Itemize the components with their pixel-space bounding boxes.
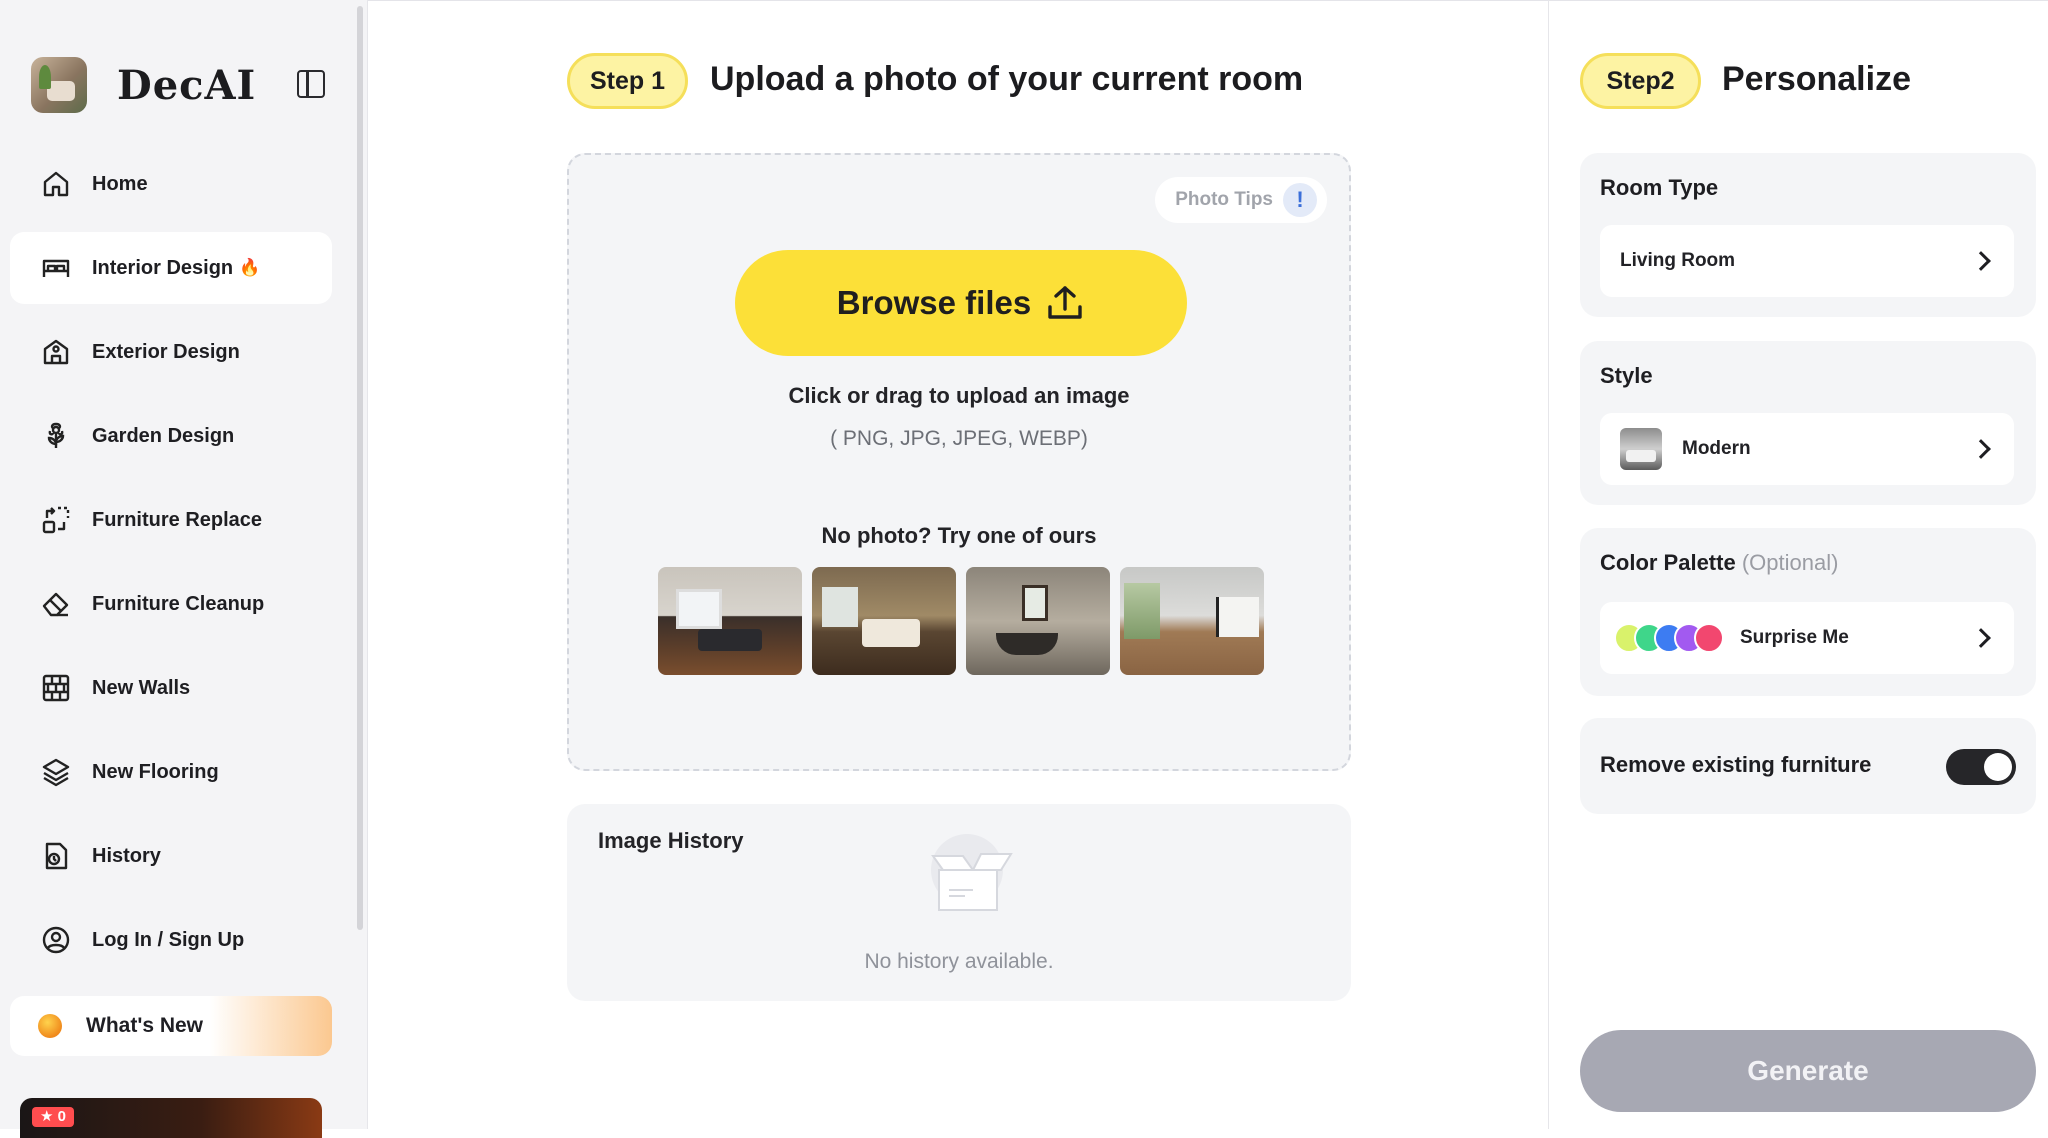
step2-title: Personalize	[1722, 60, 1911, 98]
remove-furniture-card: Remove existing furniture	[1580, 718, 2036, 814]
color-palette-card: Color Palette (Optional) Surprise Me	[1580, 528, 2036, 696]
sample-photos-title: No photo? Try one of ours	[821, 523, 1097, 548]
color-palette-title: Color Palette (Optional)	[1600, 550, 1838, 576]
image-history-panel: Image History No history available.	[567, 804, 1351, 1001]
bed-icon	[40, 252, 72, 284]
promo-badge: ★ 0	[32, 1107, 74, 1127]
sample-photo-living-room[interactable]	[658, 567, 802, 675]
optional-label: (Optional)	[1741, 550, 1839, 575]
brand-name: DecAI	[117, 61, 257, 109]
sidebar-item-garden-design[interactable]: Garden Design	[10, 400, 332, 472]
home-icon	[40, 168, 72, 200]
step1-pill: Step 1	[567, 53, 688, 109]
style-title: Style	[1600, 363, 1653, 388]
photo-tips-button[interactable]: Photo Tips !	[1155, 177, 1327, 223]
sidebar-item-label: History	[92, 844, 161, 867]
history-empty-text: No history available.	[864, 950, 1054, 973]
color-palette-selector[interactable]: Surprise Me	[1600, 602, 2014, 674]
sidebar-item-furniture-replace[interactable]: Furniture Replace	[10, 484, 332, 556]
sidebar-item-label: Log In / Sign Up	[92, 928, 245, 951]
user-icon	[40, 924, 72, 956]
upload-hint: Click or drag to upload an image	[788, 383, 1130, 408]
room-type-title: Room Type	[1600, 175, 1719, 200]
brand-logo	[31, 57, 87, 113]
chevron-right-icon	[1971, 251, 1991, 271]
sidebar-collapse-icon[interactable]	[297, 70, 325, 98]
style-selector[interactable]: Modern	[1600, 413, 2014, 485]
eraser-icon	[40, 588, 72, 620]
step1-title: Upload a photo of your current room	[710, 60, 1304, 98]
wall-icon	[40, 672, 72, 704]
style-value: Modern	[1682, 438, 1751, 459]
color-swatches	[1614, 623, 1724, 653]
sidebar-item-new-walls[interactable]: New Walls	[10, 652, 332, 724]
empty-box-icon	[931, 834, 1013, 911]
upload-dropzone[interactable]: Photo Tips ! Browse files Click or drag …	[567, 153, 1351, 771]
promo-banner[interactable]: ★ 0	[20, 1098, 322, 1138]
whats-new-icon	[38, 1014, 62, 1038]
chevron-right-icon	[1971, 628, 1991, 648]
sidebar: DecAI Home Interior Design 🔥 Exterior De…	[0, 0, 368, 1138]
room-type-card: Room Type Living Room	[1580, 153, 2036, 317]
sidebar-item-label: Furniture Replace	[92, 508, 263, 531]
color-palette-label: Color Palette	[1600, 550, 1736, 575]
sidebar-item-interior-design[interactable]: Interior Design 🔥	[10, 232, 332, 304]
upload-formats: ( PNG, JPG, JPEG, WEBP)	[830, 427, 1088, 450]
room-type-value: Living Room	[1620, 250, 1736, 271]
sidebar-nav: Home Interior Design 🔥 Exterior Design G…	[10, 148, 332, 988]
browse-files-button[interactable]: Browse files	[735, 250, 1187, 356]
fire-icon: 🔥	[239, 258, 261, 277]
sample-photo-bathroom[interactable]	[966, 567, 1110, 675]
color-swatch	[1694, 623, 1724, 653]
sidebar-item-label: New Walls	[92, 676, 191, 699]
browse-files-label: Browse files	[836, 284, 1032, 321]
sample-photo-bedroom[interactable]	[812, 567, 956, 675]
whats-new-label: What's New	[86, 1014, 204, 1037]
replace-icon	[40, 504, 72, 536]
sidebar-item-furniture-cleanup[interactable]: Furniture Cleanup	[10, 568, 332, 640]
sidebar-item-label: Exterior Design	[92, 340, 240, 363]
building-icon	[40, 336, 72, 368]
remove-furniture-label: Remove existing furniture	[1600, 752, 1872, 777]
style-thumbnail	[1620, 428, 1662, 470]
upload-icon	[1048, 286, 1082, 319]
remove-furniture-toggle[interactable]	[1946, 749, 2016, 785]
history-icon	[40, 840, 72, 872]
layers-icon	[40, 756, 72, 788]
whats-new-button[interactable]: What's New	[10, 996, 332, 1056]
chevron-right-icon	[1971, 439, 1991, 459]
sample-photos	[658, 567, 1264, 675]
sidebar-item-label: Furniture Cleanup	[92, 592, 265, 615]
color-palette-value: Surprise Me	[1740, 627, 1849, 648]
room-type-selector[interactable]: Living Room	[1600, 225, 2014, 297]
sidebar-item-label: Garden Design	[92, 424, 235, 447]
info-icon: !	[1283, 183, 1317, 217]
sidebar-item-label: Interior Design	[92, 256, 234, 279]
step2-pill: Step2	[1580, 53, 1701, 109]
sample-photo-kitchen[interactable]	[1120, 567, 1264, 675]
brand[interactable]: DecAI	[31, 56, 256, 114]
generate-button[interactable]: Generate	[1580, 1030, 2036, 1112]
sidebar-item-home[interactable]: Home	[10, 148, 332, 220]
sidebar-item-login[interactable]: Log In / Sign Up	[10, 904, 332, 976]
sidebar-scrollbar[interactable]	[357, 6, 363, 930]
sidebar-item-label: Home	[92, 172, 148, 195]
sidebar-item-history[interactable]: History	[10, 820, 332, 892]
sidebar-item-new-flooring[interactable]: New Flooring	[10, 736, 332, 808]
style-card: Style Modern	[1580, 341, 2036, 505]
sidebar-item-exterior-design[interactable]: Exterior Design	[10, 316, 332, 388]
image-history-title: Image History	[598, 828, 744, 853]
sidebar-item-label: New Flooring	[92, 760, 219, 783]
photo-tips-label: Photo Tips	[1175, 189, 1273, 210]
flower-icon	[40, 420, 72, 452]
